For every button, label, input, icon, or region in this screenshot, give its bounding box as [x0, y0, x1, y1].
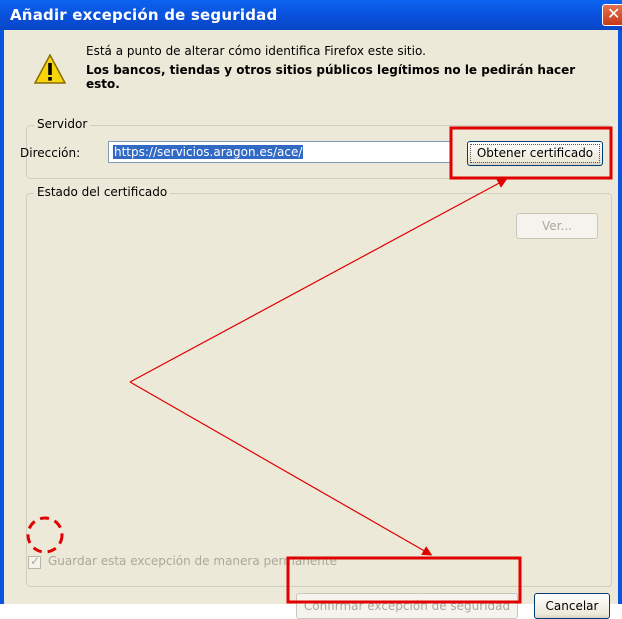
cancel-button[interactable]: Cancelar	[534, 593, 610, 619]
close-icon: ✕	[607, 4, 621, 23]
checkmark-icon: ✓	[30, 554, 41, 568]
title-bar[interactable]: Añadir excepción de seguridad	[0, 0, 622, 30]
cancel-label: Cancelar	[545, 599, 599, 613]
view-button[interactable]: Ver...	[516, 213, 598, 239]
certificate-status-group: Estado del certificado	[26, 185, 612, 587]
confirm-exception-label: Confirmar excepción de seguridad	[303, 599, 511, 613]
warning-bold-text: Los bancos, tiendas y otros sitios públi…	[86, 63, 576, 91]
dialog-body: Está a punto de alterar cómo identifica …	[4, 30, 618, 619]
dialog-title: Añadir excepción de seguridad	[10, 6, 278, 24]
confirm-exception-button[interactable]: Confirmar excepción de seguridad	[296, 593, 518, 619]
close-button[interactable]: ✕	[602, 4, 622, 26]
server-group-label: Servidor	[34, 117, 91, 131]
permanent-exception-label: Guardar esta excepción de manera permane…	[48, 554, 337, 568]
warning-text: Está a punto de alterar cómo identifica …	[86, 44, 426, 58]
view-button-label: Ver...	[542, 219, 572, 233]
dialog-window: Añadir excepción de seguridad ✕ Está a p…	[0, 0, 622, 619]
address-input-value: https://servicios.aragon.es/ace/	[113, 145, 304, 159]
permanent-exception-checkbox[interactable]: ✓	[28, 554, 41, 569]
address-label: Dirección:	[20, 146, 81, 160]
certificate-group-label: Estado del certificado	[34, 185, 171, 199]
warning-triangle-icon	[34, 54, 66, 84]
get-certificate-button[interactable]: Obtener certificado	[467, 141, 603, 166]
address-input[interactable]: https://servicios.aragon.es/ace/	[108, 141, 451, 163]
focus-ring	[470, 144, 600, 163]
